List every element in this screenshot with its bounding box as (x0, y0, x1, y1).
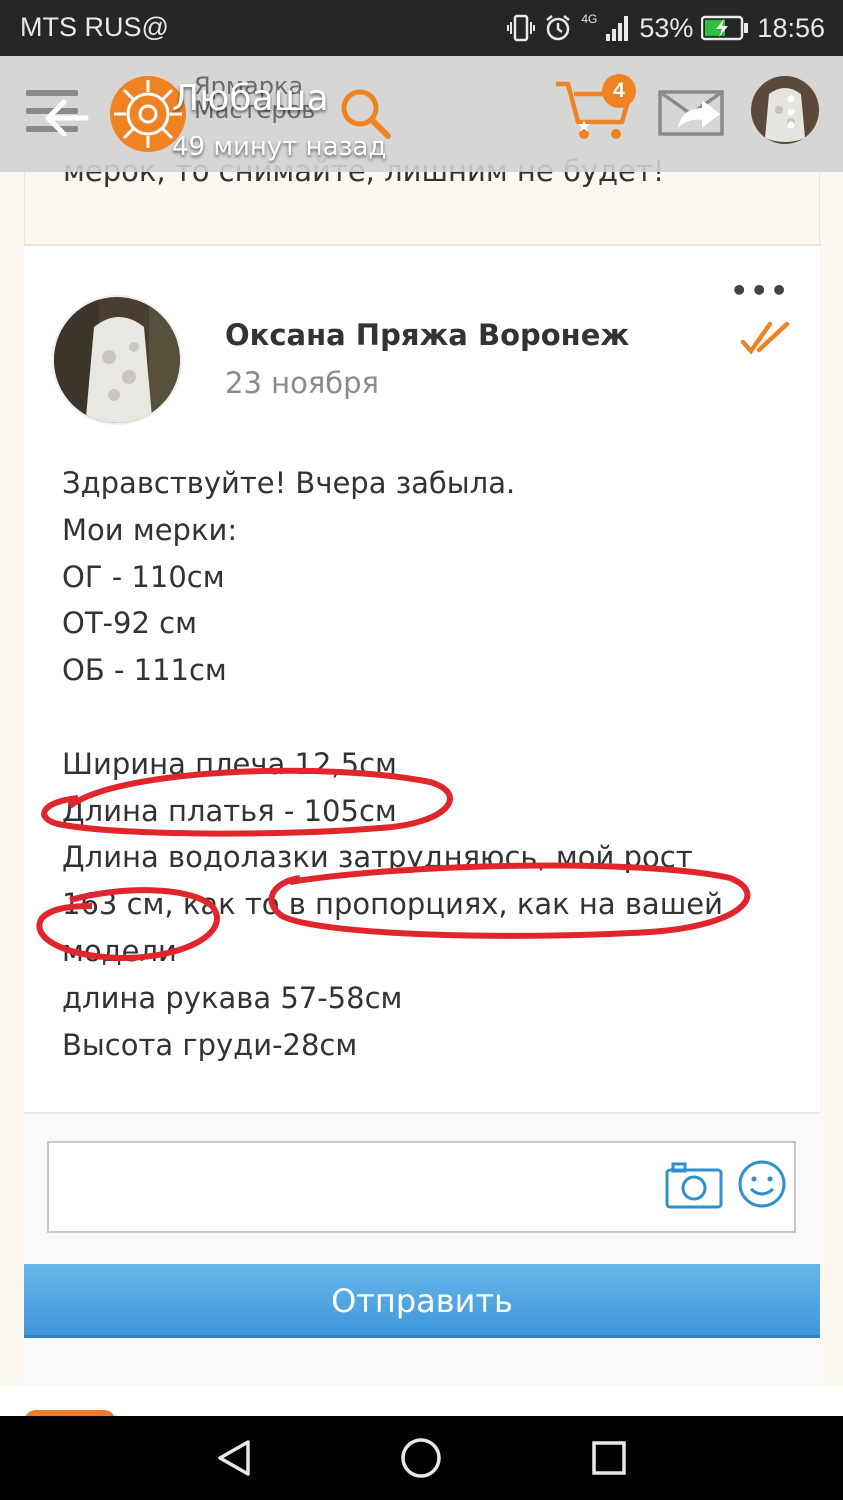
composer: Отправить (24, 1114, 820, 1416)
profile-avatar[interactable] (751, 76, 819, 144)
search-icon[interactable] (338, 86, 394, 142)
message-input-box (47, 1141, 796, 1233)
status-bar: MTS RUS@ 4G 53% 18:56 (0, 0, 843, 56)
alarm-icon (546, 15, 571, 41)
message-card: ••• Оксана Пряжа Воронеж 23 ноября Здрав… (24, 246, 820, 1114)
message-line: Длина водолазки затрудняюсь, мой рост (62, 840, 693, 875)
app-toolbar: Ярмарка Мастеров Любаша 49 минут назад 4 (0, 56, 843, 172)
back-arrow-icon[interactable] (42, 98, 90, 138)
chat-page: мерок, то снимайте, лишним не будет! •••… (0, 56, 843, 1416)
message-line: длина рукава 57-58см (62, 980, 403, 1015)
at-icon: @ (141, 12, 169, 42)
message-line: Мои мерки: (62, 512, 238, 547)
system-nav-bar (0, 1416, 843, 1500)
send-button[interactable]: Отправить (24, 1264, 820, 1338)
nav-recents-icon[interactable] (592, 1441, 626, 1475)
author-name[interactable]: Оксана Пряжа Воронеж (225, 318, 629, 352)
nav-back-icon[interactable] (214, 1438, 254, 1478)
message-line: модели (62, 933, 177, 968)
battery-charging-icon (701, 15, 749, 41)
emoji-icon[interactable] (737, 1159, 787, 1209)
cart-count-badge: 4 (602, 74, 636, 108)
message-line: 163 см, как то в пропорциях, как на ваше… (62, 887, 723, 922)
vibrate-icon (507, 14, 536, 42)
clock: 18:56 (757, 12, 825, 43)
footer-peek (0, 1386, 843, 1416)
more-vert-icon[interactable] (786, 94, 796, 130)
chat-contact-name[interactable]: Любаша (172, 78, 329, 119)
status-icons: 4G 53% 18:56 (507, 10, 825, 46)
network-type: 4G (581, 12, 598, 26)
camera-icon[interactable] (665, 1161, 723, 1209)
more-options-icon[interactable]: ••• (730, 274, 790, 307)
battery-percent: 53% (639, 12, 694, 43)
messages-icon[interactable] (658, 88, 726, 138)
read-checkmarks-icon (740, 321, 790, 354)
message-line: Длина платья - 105см (62, 793, 397, 828)
message-line: Здравствуйте! Вчера забыла. (62, 466, 516, 500)
nav-home-icon[interactable] (400, 1437, 442, 1479)
message-line: ОТ-92 см (62, 606, 197, 641)
message-line: ОГ - 110см (62, 559, 225, 594)
carrier-name: MTS RUS@ (20, 12, 169, 42)
message-body: Здравствуйте! Вчера забыла. Мои мерки: О… (62, 460, 723, 1068)
signal-icon (606, 16, 629, 41)
author-avatar[interactable] (52, 295, 182, 425)
message-input[interactable] (59, 1153, 649, 1223)
message-line (62, 694, 723, 741)
message-line: ОБ - 111см (62, 653, 227, 688)
message-line: Ширина плеча 12,5см (62, 746, 397, 781)
message-date: 23 ноября (225, 366, 380, 400)
message-line: Высота груди-28см (62, 1027, 358, 1062)
